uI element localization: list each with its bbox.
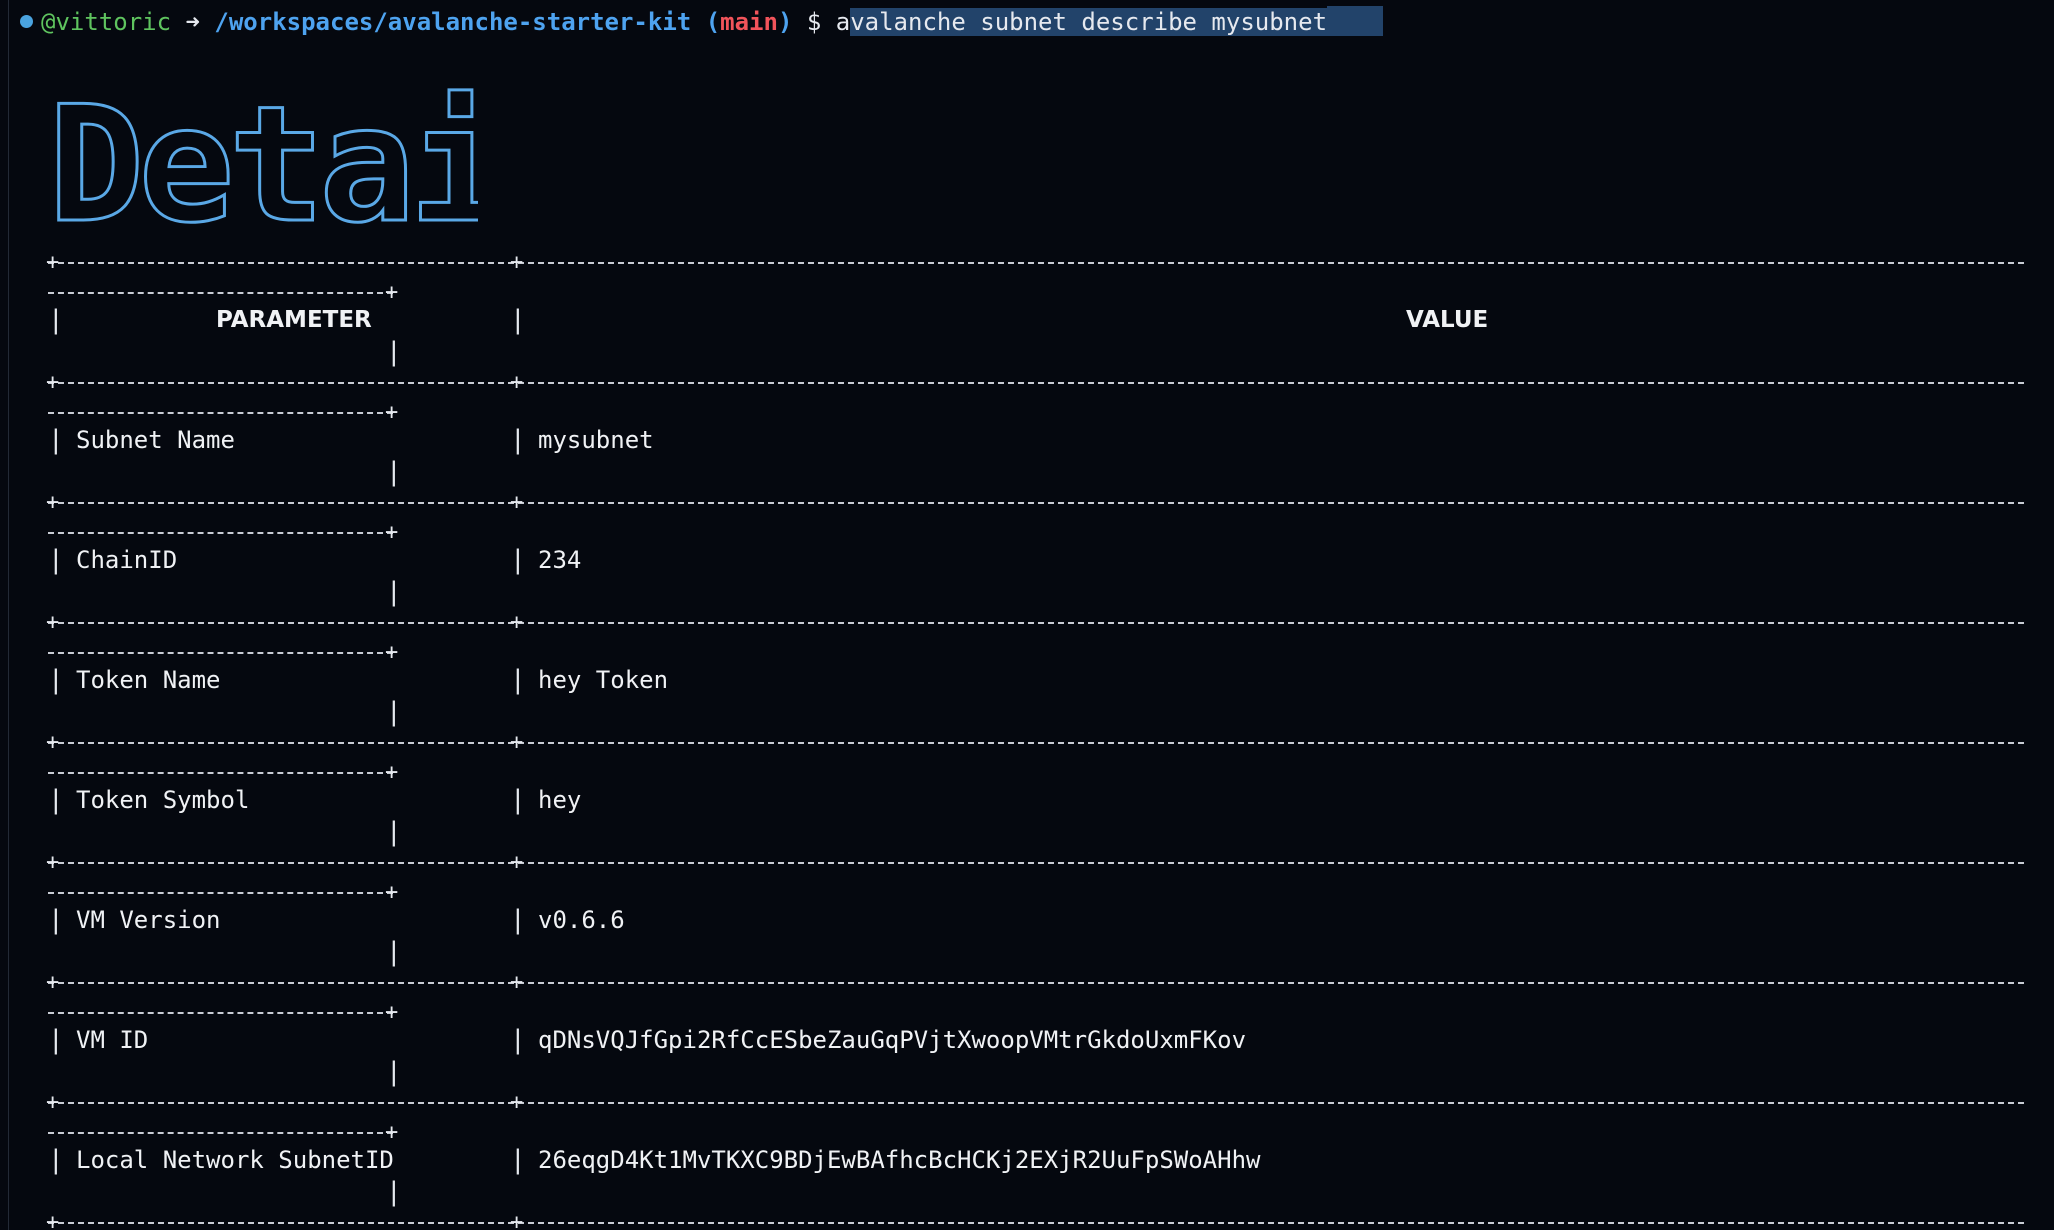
banner-text: Details: [48, 71, 478, 250]
command-first-char[interactable]: a: [836, 8, 850, 36]
table-row: + + + | | | Token Name hey Token: [46, 600, 2028, 727]
table-border-wrap: [48, 1012, 393, 1014]
shell-prompt: @vittoric ➜ /workspaces/avalanche-starte…: [20, 6, 1384, 38]
git-branch: main: [720, 8, 778, 36]
parameter-cell: Token Name: [76, 666, 221, 694]
parameter-cell: VM Version: [76, 906, 221, 934]
table-border-wrap: [48, 1132, 393, 1134]
value-cell: hey Token: [538, 666, 669, 694]
table-border: [48, 862, 2024, 864]
terminal-gutter: [8, 0, 9, 1230]
arrow-icon: ➜: [185, 8, 200, 36]
table-border-wrap: [48, 532, 393, 534]
table-row: + + + | | | VM ID qDNsVQJfGpi2RfCcESbeZauGqPVjt…: [46, 960, 2028, 1087]
value-cell: qDNsVQJfGpi2RfCcESbeZauGqPVjtXwoopVMtrGk…: [538, 1026, 1247, 1054]
prompt-path: /workspaces/avalanche-starter-kit: [214, 8, 692, 36]
prompt-symbol: $: [806, 8, 822, 36]
ascii-banner: Details: [48, 70, 478, 250]
table-row: + + + | | | ChainID 234: [46, 480, 2028, 607]
table-row: + + + | | | VM Version v0.6.6: [46, 840, 2028, 967]
table-border: [48, 502, 2024, 504]
value-cell: hey: [538, 786, 582, 814]
table-border: [48, 1102, 2024, 1104]
parameter-cell: ChainID: [76, 546, 178, 574]
table-row: + + + | | | Subnet Name mysubnet: [46, 360, 2028, 487]
parameter-cell: Token Symbol: [76, 786, 250, 814]
table-border: [48, 622, 2024, 624]
parameter-cell: Subnet Name: [76, 426, 235, 454]
parameter-cell: Local Network SubnetID: [76, 1146, 394, 1174]
table-border-wrap: [48, 412, 393, 414]
value-cell: 26eqgD4Kt1MvTKXC9BDjEwBAfhcBcHCKj2EXjR2U…: [538, 1146, 1261, 1174]
table-row: + + + | | | Token Symbol hey: [46, 720, 2028, 847]
table-border: [48, 982, 2024, 984]
prompt-user: @vittoric: [41, 8, 172, 36]
column-header-value: VALUE: [1406, 307, 1489, 333]
table-footer-border: + +: [46, 1200, 2028, 1230]
status-dot-icon: [20, 15, 33, 28]
value-cell: mysubnet: [538, 426, 654, 454]
describe-table: + + + | | | PARAMETER VALUE + + + | | | Subnet Name mys…: [46, 240, 2028, 1230]
table-border-wrap: [48, 772, 393, 774]
table-header-row: + + + | | | PARAMETER VALUE: [46, 240, 2028, 367]
parameter-cell: VM ID: [76, 1026, 149, 1054]
terminal-cursor: [1327, 6, 1384, 36]
table-border: [48, 1222, 2024, 1224]
table-border: [48, 382, 2024, 384]
value-cell: v0.6.6: [538, 906, 625, 934]
table-border: [48, 742, 2024, 744]
table-row: + + + | | | Local Network SubnetID 26eqgD4Kt1Mv…: [46, 1080, 2028, 1207]
table-border: [48, 262, 2024, 264]
value-cell: 234: [538, 546, 582, 574]
command-input[interactable]: valanche subnet describe mysubnet: [850, 8, 1328, 36]
table-border-wrap: [48, 652, 393, 654]
column-header-parameter: PARAMETER: [216, 307, 372, 333]
table-border-wrap: [48, 292, 393, 294]
table-border-wrap: [48, 892, 393, 894]
